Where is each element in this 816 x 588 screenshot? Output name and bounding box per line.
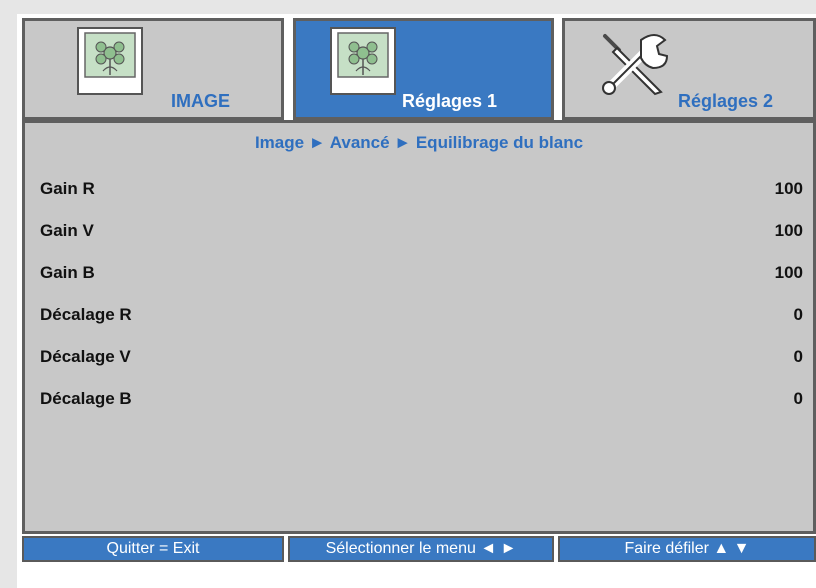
tab-reglages-1-label: Réglages 1 [402, 91, 498, 111]
menu-row-decalage-b[interactable]: Décalage B 0 [40, 389, 803, 413]
row-label: Décalage V [40, 347, 131, 366]
row-value: 0 [793, 347, 803, 366]
menu-row-decalage-v[interactable]: Décalage V 0 [40, 347, 803, 371]
tab-reglages-1[interactable]: Réglages 1 [293, 18, 554, 120]
menu-row-gain-v[interactable]: Gain V 100 [40, 221, 803, 245]
settings-photo-icon [330, 27, 396, 95]
menu-row-decalage-r[interactable]: Décalage R 0 [40, 305, 803, 329]
row-value: 100 [774, 221, 803, 240]
scroll-hint: Faire défiler ▲ ▼ [558, 536, 816, 562]
row-label: Gain B [40, 263, 95, 282]
row-value: 100 [774, 179, 803, 198]
tools-icon [602, 34, 669, 96]
osd-menu: IMAGE Réglages 1 Réglages 2 Image ► Avan… [17, 14, 816, 588]
row-label: Gain R [40, 179, 95, 198]
help-bar: Quitter = Exit Sélectionner le menu ◄ ► … [22, 536, 816, 588]
row-label: Gain V [40, 221, 94, 240]
row-value: 100 [774, 263, 803, 282]
select-menu-hint: Sélectionner le menu ◄ ► [288, 536, 554, 562]
tab-reglages-2[interactable]: Réglages 2 [562, 18, 816, 120]
menu-row-gain-r[interactable]: Gain R 100 [40, 179, 803, 203]
settings-panel: Image ► Avancé ► Equilibrage du blanc Ga… [22, 120, 816, 534]
row-label: Décalage B [40, 389, 132, 408]
breadcrumb: Image ► Avancé ► Equilibrage du blanc [254, 133, 584, 152]
exit-hint: Quitter = Exit [22, 536, 284, 562]
row-label: Décalage R [40, 305, 132, 324]
row-value: 0 [793, 305, 803, 324]
tab-image-label: IMAGE [171, 91, 231, 111]
tab-image[interactable]: IMAGE [22, 18, 284, 120]
image-photo-icon [77, 27, 143, 95]
row-value: 0 [793, 389, 803, 408]
tab-reglages-2-label: Réglages 2 [678, 91, 774, 111]
menu-row-gain-b[interactable]: Gain B 100 [40, 263, 803, 287]
